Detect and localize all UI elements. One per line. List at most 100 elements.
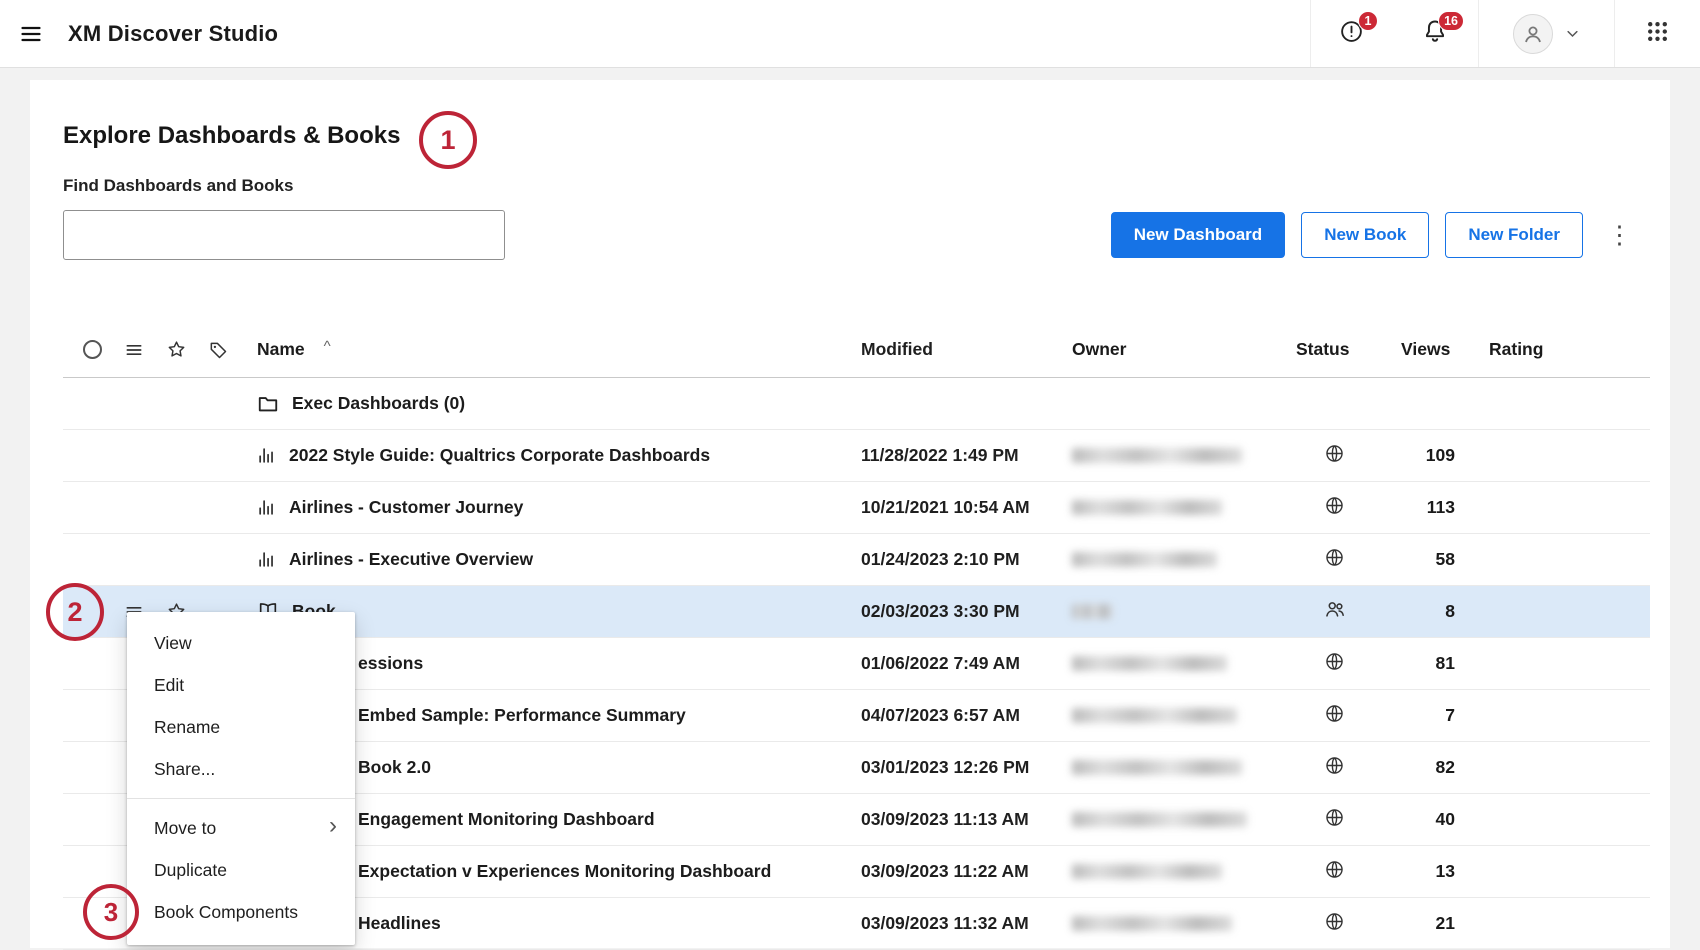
row-name[interactable]: 2022 Style Guide: Qualtrics Corporate Da… <box>241 445 861 466</box>
action-buttons: New Dashboard New Book New Folder ⋮ <box>1111 212 1640 258</box>
chart-icon <box>257 550 276 569</box>
globe-icon <box>1324 807 1345 833</box>
row-status <box>1296 755 1401 781</box>
row-views: 82 <box>1401 757 1481 778</box>
new-dashboard-button[interactable]: New Dashboard <box>1111 212 1285 258</box>
toolbar: New Dashboard New Book New Folder ⋮ <box>63 210 1650 260</box>
new-folder-button[interactable]: New Folder <box>1445 212 1583 258</box>
row-owner <box>1066 864 1296 879</box>
globe-icon <box>1324 703 1345 729</box>
owner-blurred-text <box>1072 864 1222 879</box>
alerts-button[interactable]: 1 <box>1310 0 1392 67</box>
column-header-status[interactable]: Status <box>1296 339 1401 360</box>
owner-blurred-text <box>1072 916 1232 931</box>
column-header-rating[interactable]: Rating <box>1481 339 1650 360</box>
row-modified: 02/03/2023 3:30 PM <box>861 601 1066 622</box>
owner-blurred-text <box>1072 448 1242 463</box>
hamburger-menu-icon[interactable] <box>0 0 62 67</box>
row-owner <box>1066 604 1296 619</box>
menu-item-move-to[interactable]: Move to› <box>127 807 355 849</box>
table-row[interactable]: 2022 Style Guide: Qualtrics Corporate Da… <box>63 430 1650 482</box>
more-options-icon[interactable]: ⋮ <box>1599 223 1640 248</box>
row-owner <box>1066 656 1296 671</box>
owner-blurred-text <box>1072 500 1222 515</box>
table-row[interactable]: Airlines - Customer Journey10/21/2021 10… <box>63 482 1650 534</box>
chart-icon <box>257 498 276 517</box>
new-book-button[interactable]: New Book <box>1301 212 1429 258</box>
notifications-button[interactable]: 16 <box>1392 0 1478 67</box>
row-status <box>1296 859 1401 885</box>
row-owner <box>1066 500 1296 515</box>
row-status <box>1296 703 1401 729</box>
row-owner <box>1066 812 1296 827</box>
row-modified: 01/06/2022 7:49 AM <box>861 653 1066 674</box>
row-status <box>1296 547 1401 573</box>
row-modified: 03/09/2023 11:13 AM <box>861 809 1066 830</box>
apps-grid-button[interactable] <box>1614 0 1700 67</box>
owner-blurred-text <box>1072 760 1242 775</box>
row-status <box>1296 911 1401 937</box>
row-owner <box>1066 448 1296 463</box>
globe-icon <box>1324 651 1345 677</box>
apps-grid-icon <box>1645 19 1670 49</box>
filter-lines-icon[interactable] <box>113 340 155 360</box>
avatar <box>1513 14 1553 54</box>
row-name[interactable]: Airlines - Executive Overview <box>241 549 861 570</box>
star-icon[interactable] <box>155 339 197 360</box>
annotation-circle-1: 1 <box>419 111 477 169</box>
table-row[interactable]: Airlines - Executive Overview01/24/2023 … <box>63 534 1650 586</box>
row-name[interactable]: Exec Dashboards (0) <box>241 393 861 415</box>
menu-item-edit[interactable]: Edit <box>127 664 355 706</box>
column-header-modified[interactable]: Modified <box>861 339 1066 360</box>
row-name[interactable]: Airlines - Customer Journey <box>241 497 861 518</box>
people-icon <box>1324 598 1346 625</box>
menu-item-share[interactable]: Share... <box>127 748 355 790</box>
account-menu-button[interactable] <box>1478 0 1614 67</box>
owner-blurred-text <box>1072 812 1247 827</box>
annotation-circle-3: 3 <box>83 884 139 940</box>
globe-icon <box>1324 495 1345 521</box>
globe-icon <box>1324 443 1345 469</box>
row-owner <box>1066 760 1296 775</box>
menu-divider <box>127 798 355 799</box>
chevron-right-icon: › <box>329 814 337 838</box>
row-status <box>1296 443 1401 469</box>
table-row[interactable]: Exec Dashboards (0) <box>63 378 1650 430</box>
globe-icon <box>1324 911 1345 937</box>
row-views: 109 <box>1401 445 1481 466</box>
menu-item-rename[interactable]: Rename <box>127 706 355 748</box>
row-modified: 03/09/2023 11:22 AM <box>861 861 1066 882</box>
row-modified: 01/24/2023 2:10 PM <box>861 549 1066 570</box>
annotation-circle-2: 2 <box>46 583 104 641</box>
chevron-down-icon <box>1565 26 1580 41</box>
page-title: Explore Dashboards & Books <box>63 120 1650 152</box>
tag-icon[interactable] <box>197 340 239 360</box>
menu-item-view[interactable]: View <box>127 622 355 664</box>
row-owner <box>1066 552 1296 567</box>
select-all-circle-icon[interactable] <box>71 340 113 359</box>
search-input[interactable] <box>63 210 505 260</box>
row-views: 81 <box>1401 653 1481 674</box>
header-controls <box>63 339 241 360</box>
chart-icon <box>257 446 276 465</box>
row-views: 21 <box>1401 913 1481 934</box>
row-views: 13 <box>1401 861 1481 882</box>
globe-icon <box>1324 859 1345 885</box>
row-views: 113 <box>1401 497 1481 518</box>
context-menu: ViewEditRenameShare... Move to›DuplicateB… <box>127 612 355 945</box>
globe-icon <box>1324 755 1345 781</box>
row-status <box>1296 598 1401 625</box>
menu-item-book-components[interactable]: Book Components <box>127 891 355 933</box>
row-modified: 10/21/2021 10:54 AM <box>861 497 1066 518</box>
column-header-name[interactable]: Name ^ <box>241 339 861 360</box>
notifications-badge: 16 <box>1438 11 1464 31</box>
column-header-views[interactable]: Views <box>1401 339 1481 360</box>
row-views: 7 <box>1401 705 1481 726</box>
row-status <box>1296 807 1401 833</box>
column-header-owner[interactable]: Owner <box>1066 339 1296 360</box>
menu-item-duplicate[interactable]: Duplicate <box>127 849 355 891</box>
search-label: Find Dashboards and Books <box>63 176 1650 196</box>
top-bar: XM Discover Studio 1 16 <box>0 0 1700 68</box>
row-owner <box>1066 916 1296 931</box>
folder-icon <box>257 393 279 415</box>
